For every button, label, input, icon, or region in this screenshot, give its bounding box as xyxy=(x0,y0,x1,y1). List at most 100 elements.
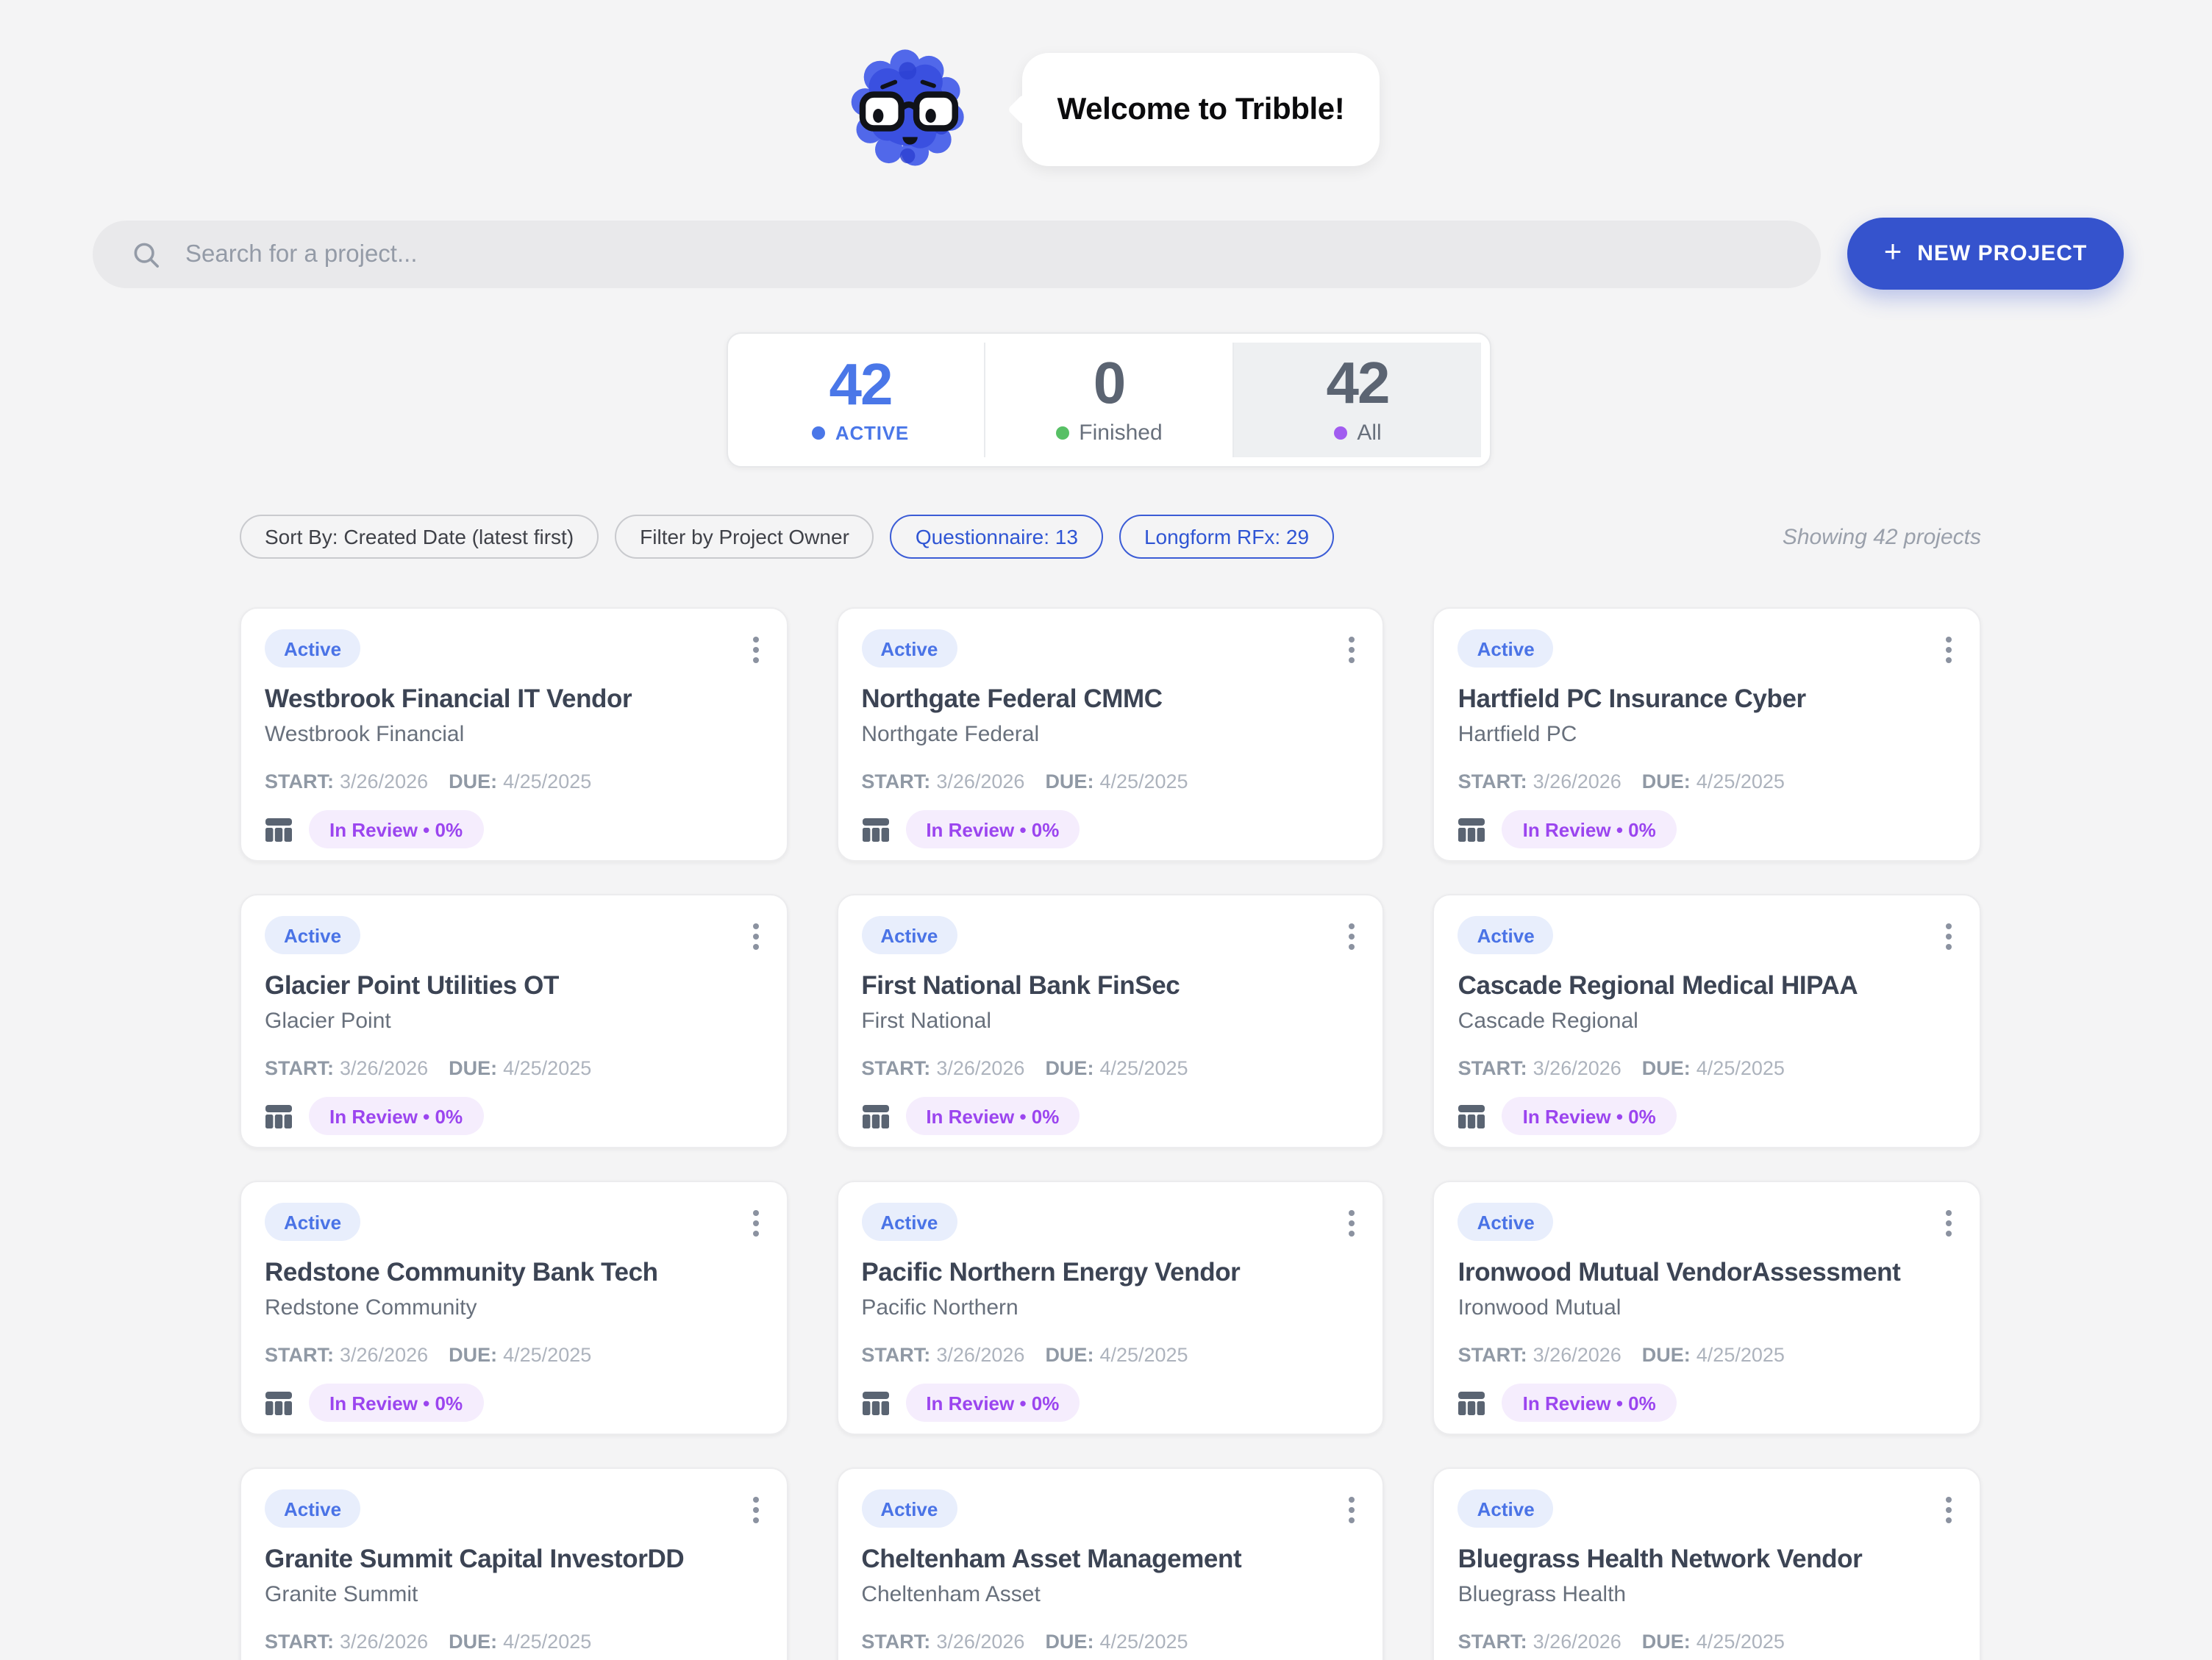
all-status-dot xyxy=(1333,426,1346,440)
project-card[interactable]: Active Hartfield PC Insurance Cyber Hart… xyxy=(1433,607,1981,862)
kebab-menu-button[interactable] xyxy=(748,1492,763,1528)
longform-rfx-chip[interactable]: Longform RFx: 29 xyxy=(1119,515,1334,559)
start-date: 3/26/2026 xyxy=(1533,1057,1621,1079)
project-card[interactable]: Active Westbrook Financial IT Vendor Wes… xyxy=(240,607,788,862)
project-card[interactable]: Active Pacific Northern Energy Vendor Pa… xyxy=(836,1181,1384,1435)
table-columns-icon xyxy=(861,817,889,842)
due-date-group: DUE:4/25/2025 xyxy=(1642,770,1785,793)
progress-pill: In Review • 0% xyxy=(309,1097,483,1135)
project-card[interactable]: Active Bluegrass Health Network Vendor B… xyxy=(1433,1467,1981,1660)
kebab-menu-button[interactable] xyxy=(1941,1206,1956,1241)
status-badge: Active xyxy=(861,629,957,668)
sort-by-chip[interactable]: Sort By: Created Date (latest first) xyxy=(240,515,599,559)
stat-segment-all[interactable]: 42 All xyxy=(1232,343,1481,457)
search-bar[interactable] xyxy=(93,221,1821,288)
due-date: 4/25/2025 xyxy=(1697,770,1785,793)
progress-pill: In Review • 0% xyxy=(1502,1384,1677,1422)
progress-pill: In Review • 0% xyxy=(309,1384,483,1422)
status-badge: Active xyxy=(265,1489,360,1528)
owner-filter-chip[interactable]: Filter by Project Owner xyxy=(615,515,874,559)
stat-segment-active[interactable]: 42 ACTIVE xyxy=(737,343,984,457)
due-date: 4/25/2025 xyxy=(503,1344,591,1366)
status-badge: Active xyxy=(1458,1489,1554,1528)
due-date-group: DUE:4/25/2025 xyxy=(1045,1057,1188,1079)
project-dates: START:3/26/2026 DUE:4/25/2025 xyxy=(861,1631,1359,1653)
start-date-group: START:3/26/2026 xyxy=(861,770,1024,793)
kebab-menu-button[interactable] xyxy=(1941,632,1956,668)
project-card[interactable]: Active Ironwood Mutual VendorAssessment … xyxy=(1433,1181,1981,1435)
company-name: First National xyxy=(861,1009,1359,1034)
progress-pill: In Review • 0% xyxy=(1502,810,1677,848)
kebab-menu-button[interactable] xyxy=(748,919,763,954)
stat-segment-finished[interactable]: 0 Finished xyxy=(984,343,1232,457)
project-title: Glacier Point Utilities OT xyxy=(265,970,763,1001)
project-title: First National Bank FinSec xyxy=(861,970,1359,1001)
project-card[interactable]: Active Cascade Regional Medical HIPAA Ca… xyxy=(1433,894,1981,1148)
kebab-menu-button[interactable] xyxy=(1345,1206,1360,1241)
start-date: 3/26/2026 xyxy=(340,1631,428,1653)
status-badge: Active xyxy=(265,629,360,668)
kebab-menu-button[interactable] xyxy=(1941,1492,1956,1528)
kebab-menu-button[interactable] xyxy=(1941,919,1956,954)
table-columns-icon xyxy=(1458,1103,1486,1128)
due-date-group: DUE:4/25/2025 xyxy=(449,1631,591,1653)
due-label: DUE: xyxy=(1642,1057,1691,1079)
kebab-menu-button[interactable] xyxy=(748,1206,763,1241)
project-title: Westbrook Financial IT Vendor xyxy=(265,684,763,715)
search-input[interactable] xyxy=(182,239,1821,270)
company-name: Glacier Point xyxy=(265,1009,763,1034)
project-dates: START:3/26/2026 DUE:4/25/2025 xyxy=(1458,1344,1956,1366)
start-label: START: xyxy=(1458,1344,1527,1366)
project-card[interactable]: Active Granite Summit Capital InvestorDD… xyxy=(240,1467,788,1660)
start-date: 3/26/2026 xyxy=(1533,1631,1621,1653)
finished-status-dot xyxy=(1055,426,1068,440)
new-project-button[interactable]: + NEW PROJECT xyxy=(1847,218,2124,290)
start-date: 3/26/2026 xyxy=(1533,1344,1621,1366)
due-label: DUE: xyxy=(1045,1057,1093,1079)
table-columns-icon xyxy=(265,817,293,842)
project-title: Northgate Federal CMMC xyxy=(861,684,1359,715)
start-date: 3/26/2026 xyxy=(340,770,428,793)
due-date-group: DUE:4/25/2025 xyxy=(1045,1344,1188,1366)
project-card[interactable]: Active Cheltenham Asset Management Chelt… xyxy=(836,1467,1384,1660)
start-date-group: START:3/26/2026 xyxy=(1458,770,1621,793)
due-date-group: DUE:4/25/2025 xyxy=(1045,770,1188,793)
project-card[interactable]: Active Northgate Federal CMMC Northgate … xyxy=(836,607,1384,862)
mascot-illustration xyxy=(850,49,975,171)
search-icon xyxy=(132,240,160,268)
kebab-menu-button[interactable] xyxy=(1345,632,1360,668)
kebab-menu-button[interactable] xyxy=(1345,919,1360,954)
project-card[interactable]: Active Glacier Point Utilities OT Glacie… xyxy=(240,894,788,1148)
status-badge: Active xyxy=(861,916,957,954)
table-columns-icon xyxy=(1458,1390,1486,1415)
card-footer: In Review • 0% xyxy=(265,1384,763,1422)
due-label: DUE: xyxy=(449,1344,497,1366)
due-label: DUE: xyxy=(1642,1631,1691,1653)
project-card[interactable]: Active Redstone Community Bank Tech Reds… xyxy=(240,1181,788,1435)
table-columns-icon xyxy=(265,1390,293,1415)
all-label: All xyxy=(1357,421,1381,446)
card-footer: In Review • 0% xyxy=(1458,1384,1956,1422)
start-label: START: xyxy=(861,1057,930,1079)
start-label: START: xyxy=(861,1344,930,1366)
start-date: 3/26/2026 xyxy=(1533,770,1621,793)
start-date: 3/26/2026 xyxy=(936,1631,1024,1653)
card-footer: In Review • 0% xyxy=(265,1097,763,1135)
kebab-menu-button[interactable] xyxy=(1345,1492,1360,1528)
questionnaire-chip[interactable]: Questionnaire: 13 xyxy=(891,515,1103,559)
welcome-text: Welcome to Tribble! xyxy=(1057,92,1345,127)
company-name: Granite Summit xyxy=(265,1582,763,1607)
project-card[interactable]: Active First National Bank FinSec First … xyxy=(836,894,1384,1148)
status-badge: Active xyxy=(265,1203,360,1241)
project-title: Redstone Community Bank Tech xyxy=(265,1257,763,1288)
all-count: 42 xyxy=(1327,354,1389,413)
table-columns-icon xyxy=(861,1390,889,1415)
company-name: Cheltenham Asset xyxy=(861,1582,1359,1607)
stats-card: 42 ACTIVE 0 Finished 42 All xyxy=(727,332,1491,468)
due-label: DUE: xyxy=(1045,1344,1093,1366)
table-columns-icon xyxy=(265,1103,293,1128)
card-footer: In Review • 0% xyxy=(1458,1097,1956,1135)
start-date: 3/26/2026 xyxy=(936,770,1024,793)
kebab-menu-button[interactable] xyxy=(748,632,763,668)
start-date: 3/26/2026 xyxy=(340,1344,428,1366)
